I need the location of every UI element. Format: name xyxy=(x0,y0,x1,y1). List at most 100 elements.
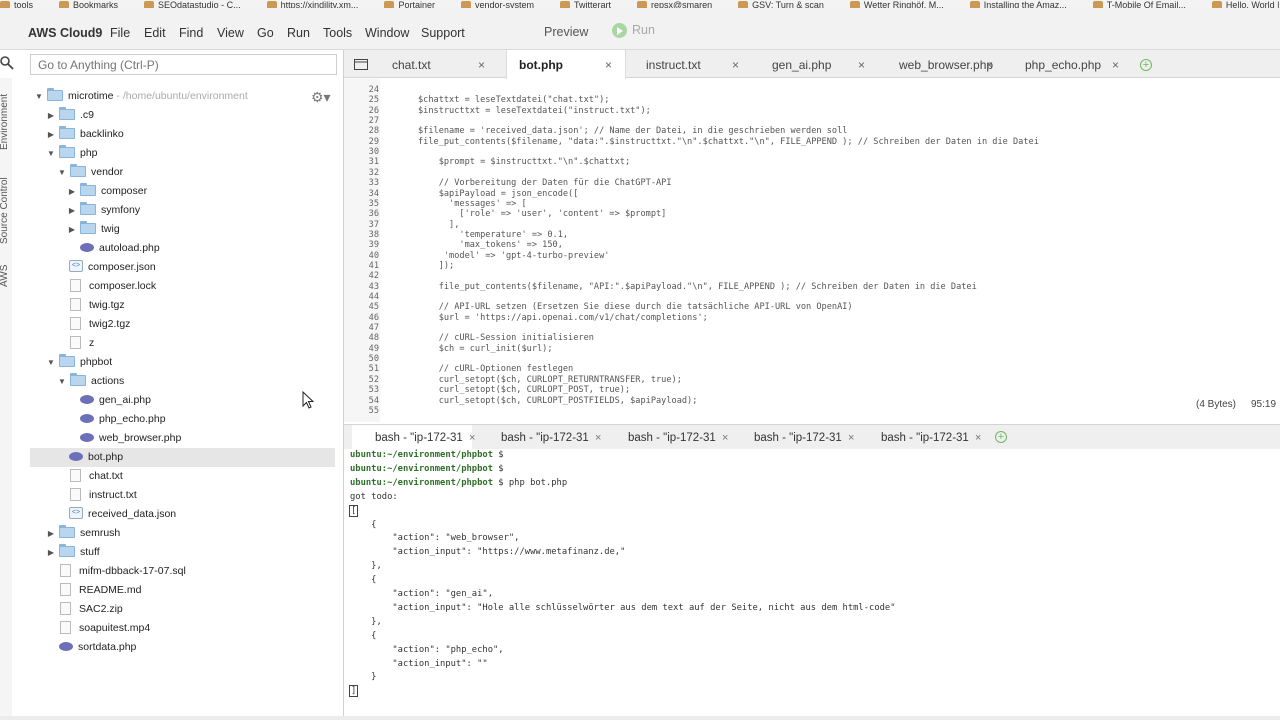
tree-item[interactable]: ▶ semrush xyxy=(46,524,120,543)
tab-instruct-txt[interactable]: instruct.txt × xyxy=(634,50,754,78)
close-icon[interactable]: × xyxy=(469,425,475,452)
bookmark-item[interactable]: repsx@smaren xyxy=(637,0,712,8)
tree-item[interactable]: README.md xyxy=(56,581,141,600)
tree-item[interactable]: ▼ phpbot xyxy=(46,353,112,372)
tree-item[interactable]: chat.txt xyxy=(66,467,123,486)
menu-run[interactable]: Run xyxy=(287,26,310,40)
tab-bot-php[interactable]: bot.php × xyxy=(506,50,626,79)
close-icon[interactable]: × xyxy=(975,425,981,452)
line-number: 41 xyxy=(368,260,379,271)
menu-tools[interactable]: Tools xyxy=(323,26,352,40)
tree-item[interactable]: ▶ composer xyxy=(67,182,147,201)
tree-item[interactable]: ▼ actions xyxy=(57,372,124,391)
tree-item[interactable]: autoload.php xyxy=(77,239,160,258)
tree-item[interactable]: ▼ vendor xyxy=(57,163,123,182)
bookmark-item[interactable]: https://xindility.xm... xyxy=(266,0,358,8)
tree-item-selected[interactable]: bot.php xyxy=(30,448,335,467)
bookmark-item[interactable]: Portainer xyxy=(384,0,435,8)
tree-item[interactable]: mifm-dbback-17-07.sql xyxy=(56,562,186,581)
tree-item[interactable]: php_echo.php xyxy=(77,410,166,429)
menu-find[interactable]: Find xyxy=(179,26,203,40)
run-button[interactable]: Run xyxy=(612,23,655,39)
close-icon[interactable]: × xyxy=(732,50,739,80)
tree-item[interactable]: composer.lock xyxy=(66,277,156,296)
menu-file[interactable]: File xyxy=(110,26,130,40)
tab-label: gen_ai.php xyxy=(772,58,832,72)
tree-item[interactable]: z xyxy=(66,334,94,353)
close-icon[interactable]: × xyxy=(722,425,728,452)
menu-edit[interactable]: Edit xyxy=(144,26,166,40)
tree-item[interactable]: web_browser.php xyxy=(77,429,181,448)
tree-item[interactable]: <> composer.json xyxy=(66,258,156,277)
bookmark-item[interactable]: Hello, World | Amaz... xyxy=(1211,0,1280,8)
tree-item-label: instruct.txt xyxy=(89,489,137,501)
tree-item[interactable]: instruct.txt xyxy=(66,486,137,505)
line-number: 42 xyxy=(368,271,379,282)
tree-item[interactable]: soapuitest.mp4 xyxy=(56,619,150,638)
line-number: 35 xyxy=(368,198,379,209)
terminal-tab[interactable]: bash - "ip-172-31 × xyxy=(478,425,601,452)
bookmark-item[interactable]: SEOdatastudio - C... xyxy=(144,0,241,8)
side-tab-aws[interactable]: AWS xyxy=(0,265,10,287)
tree-root[interactable]: ▼ microtime - /home/ubuntu/environment xyxy=(34,87,248,106)
terminal-tab[interactable]: bash - "ip-172-31 × xyxy=(858,425,981,452)
terminal-output[interactable]: ubuntu:~/environment/phpbot $ ubuntu:~/e… xyxy=(344,449,1280,720)
line-number: 45 xyxy=(368,302,379,313)
tab-chat-txt[interactable]: chat.txt × xyxy=(380,50,500,78)
close-icon[interactable]: × xyxy=(1112,50,1119,80)
new-terminal-plus-icon[interactable]: + xyxy=(995,431,1007,443)
close-icon[interactable]: × xyxy=(605,50,612,80)
bookmark-item[interactable]: Wetter Ringhöf, M... xyxy=(849,0,944,8)
close-icon[interactable]: × xyxy=(595,425,601,452)
menu-view[interactable]: View xyxy=(217,26,244,40)
bookmark-item[interactable]: Twitterart xyxy=(560,0,611,8)
terminal-tab[interactable]: bash - "ip-172-31 × xyxy=(605,425,728,452)
tree-item-label: composer xyxy=(101,185,148,197)
side-tab-source-control[interactable]: Source Control xyxy=(0,177,10,244)
code-editor[interactable]: 24 25 26 27 28 29 30 31 32 33 34 35 36 37 38 39 40 41 42 43… xyxy=(344,79,1280,422)
goto-anything-input[interactable] xyxy=(30,54,337,75)
bookmark-item[interactable]: GSV: Turn & scan xyxy=(738,0,824,8)
terminal-text: "action_input": "https://www.metafinanz.… xyxy=(350,547,626,558)
brand-title[interactable]: AWS Cloud9 xyxy=(28,26,102,40)
tab-web-browser-php[interactable]: web_browser.php × xyxy=(887,50,1007,78)
tree-item[interactable]: sortdata.php xyxy=(56,638,136,657)
side-tab-environment[interactable]: Environment xyxy=(0,94,10,150)
bookmark-item[interactable]: Bookmarks xyxy=(59,0,118,8)
gear-icon[interactable]: ⚙▾ xyxy=(311,89,331,106)
code-line: $prompt = $instructtxt."\n".$chattxt; xyxy=(418,157,631,168)
preview-button[interactable]: Preview xyxy=(544,25,588,39)
close-icon[interactable]: × xyxy=(986,50,993,80)
terminal-line: ] xyxy=(348,685,359,698)
tree-item[interactable]: ▶ twig xyxy=(67,220,120,239)
terminal-prompt: ubuntu:~/environment/phpbot xyxy=(350,477,493,488)
panel-toggle-icon[interactable] xyxy=(354,59,368,70)
close-icon[interactable]: × xyxy=(858,50,865,80)
terminal-tab[interactable]: bash - "ip-172-31 × xyxy=(352,425,475,452)
tree-item[interactable]: ▶ stuff xyxy=(46,543,100,562)
tab-php-echo-php[interactable]: php_echo.php × xyxy=(1013,50,1133,78)
menu-go[interactable]: Go xyxy=(257,26,274,40)
new-tab-plus-icon[interactable]: + xyxy=(1140,59,1152,71)
tab-gen-ai-php[interactable]: gen_ai.php × xyxy=(760,50,880,78)
tree-item[interactable]: gen_ai.php xyxy=(77,391,151,410)
tree-item[interactable]: ▶ symfony xyxy=(67,201,140,220)
bookmark-item[interactable]: vendor-system xyxy=(460,0,534,8)
terminal-tab[interactable]: bash - "ip-172-31 × xyxy=(731,425,854,452)
tree-item[interactable]: twig2.tgz xyxy=(66,315,130,334)
tree-item[interactable]: twig.tgz xyxy=(66,296,125,315)
tree-item[interactable]: <> received_data.json xyxy=(66,505,176,524)
close-icon[interactable]: × xyxy=(478,50,485,80)
bookmark-item[interactable]: tools xyxy=(0,0,33,8)
terminal-text: { xyxy=(350,519,377,530)
tree-item[interactable]: ▶ backlinko xyxy=(46,125,124,144)
folder-icon xyxy=(59,125,75,139)
close-icon[interactable]: × xyxy=(848,425,854,452)
tree-item[interactable]: SAC2.zip xyxy=(56,600,123,619)
tree-item[interactable]: ▶ .c9 xyxy=(46,106,94,125)
bookmark-item[interactable]: T-Mobile Of Email... xyxy=(1092,0,1186,8)
menu-support[interactable]: Support xyxy=(421,26,465,40)
tree-item[interactable]: ▼ php xyxy=(46,144,98,163)
menu-window[interactable]: Window xyxy=(365,26,409,40)
bookmark-item[interactable]: Installing the Amaz... xyxy=(969,0,1067,8)
